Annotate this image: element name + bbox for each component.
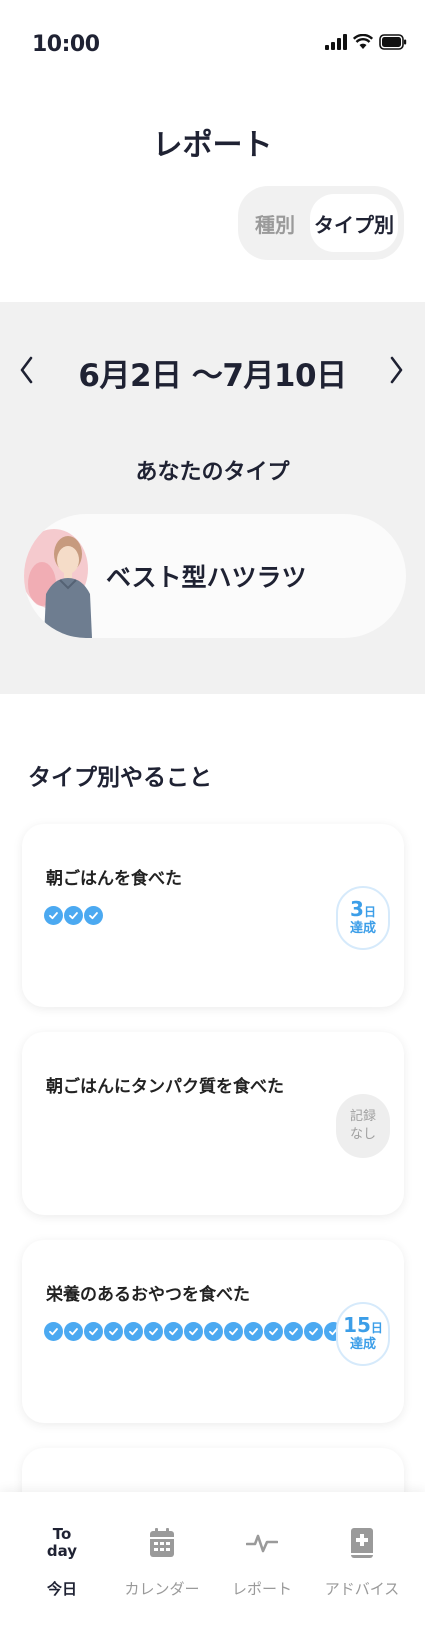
check-icon [164,1322,183,1341]
page-title: レポート [152,128,273,163]
nav-label-report: レポート [231,1580,292,1598]
task-card[interactable]: 朝ごはんを食べた 3日 達成 [22,824,404,1007]
badge-unit: 日 [370,1321,383,1335]
task-title: 朝ごはんにタンパク質を食べた [46,1077,284,1097]
today-icon-top: To [52,1525,72,1543]
nav-report[interactable]: レポート [212,1492,312,1612]
badge-line-2: なし [349,1127,376,1142]
period-range: 6月2日 〜7月10日 [78,358,347,394]
status-icons [325,34,407,50]
segment-by-type[interactable]: タイプ別 [310,194,398,252]
badge-line-1: 記録 [349,1109,376,1124]
no-record-badge: 記録 なし [336,1094,390,1158]
task-title: 朝ごはんを食べた [46,869,182,889]
today-icon-bottom: day [46,1542,78,1560]
check-icon [44,906,63,925]
period-panel: 6月2日 〜7月10日 あなたのタイプ ベスト型ハツラツ [0,302,425,694]
check-icon [64,1322,83,1341]
check-icon [204,1322,223,1341]
badge-status: 達成 [349,921,376,936]
nav-label-calendar: カレンダー [124,1580,200,1598]
check-icon [124,1322,143,1341]
today-icon: To day [45,1522,79,1564]
check-row [44,906,103,925]
nav-advice[interactable]: アドバイス [312,1492,412,1612]
status-bar: 10:00 [0,0,425,90]
check-icon [244,1322,263,1341]
type-name: ベスト型ハツラツ [106,563,307,592]
signal-icon [325,34,347,50]
nav-today[interactable]: To day 今日 [12,1492,112,1612]
task-card[interactable]: 朝ごはんにタンパク質を食べた 記録 なし [22,1032,404,1215]
check-icon [64,906,83,925]
badge-count: 3 [350,897,364,921]
badge-status: 達成 [349,1337,376,1352]
badge-count: 15 [343,1313,371,1337]
nav-calendar[interactable]: カレンダー [112,1492,212,1612]
your-type-label: あなたのタイプ [135,460,290,485]
check-icon [184,1322,203,1341]
check-icon [104,1322,123,1341]
avatar [24,529,92,638]
check-icon [264,1322,283,1341]
chevron-right-icon [390,356,403,384]
section-title: タイプ別やること [28,765,212,791]
nav-label-today: 今日 [46,1580,77,1598]
check-row [44,1322,343,1341]
achievement-badge: 15日 達成 [336,1302,390,1366]
calendar-icon [145,1522,179,1564]
type-card[interactable]: ベスト型ハツラツ [24,514,406,638]
badge-unit: 日 [363,905,376,919]
view-segmented-control: 種別 タイプ別 [238,186,404,260]
next-period-button[interactable] [383,350,411,390]
check-icon [284,1322,303,1341]
nav-label-advice: アドバイス [324,1580,400,1598]
battery-icon [379,34,407,50]
check-icon [44,1322,63,1341]
achievement-badge: 3日 達成 [336,886,390,950]
check-icon [224,1322,243,1341]
status-time: 10:00 [32,32,100,57]
pulse-icon [245,1522,279,1564]
task-card[interactable]: 栄養のあるおやつを食べた 15日 達成 [22,1240,404,1423]
bottom-nav: To day 今日 カレンダー レポート アドバイス [0,1492,425,1646]
check-icon [304,1322,323,1341]
check-icon [144,1322,163,1341]
check-icon [84,906,103,925]
wifi-icon [353,34,373,49]
task-title: 栄養のあるおやつを食べた [46,1285,250,1305]
check-icon [84,1322,103,1341]
book-plus-icon [345,1522,379,1564]
segment-by-category[interactable]: 種別 [244,194,306,252]
